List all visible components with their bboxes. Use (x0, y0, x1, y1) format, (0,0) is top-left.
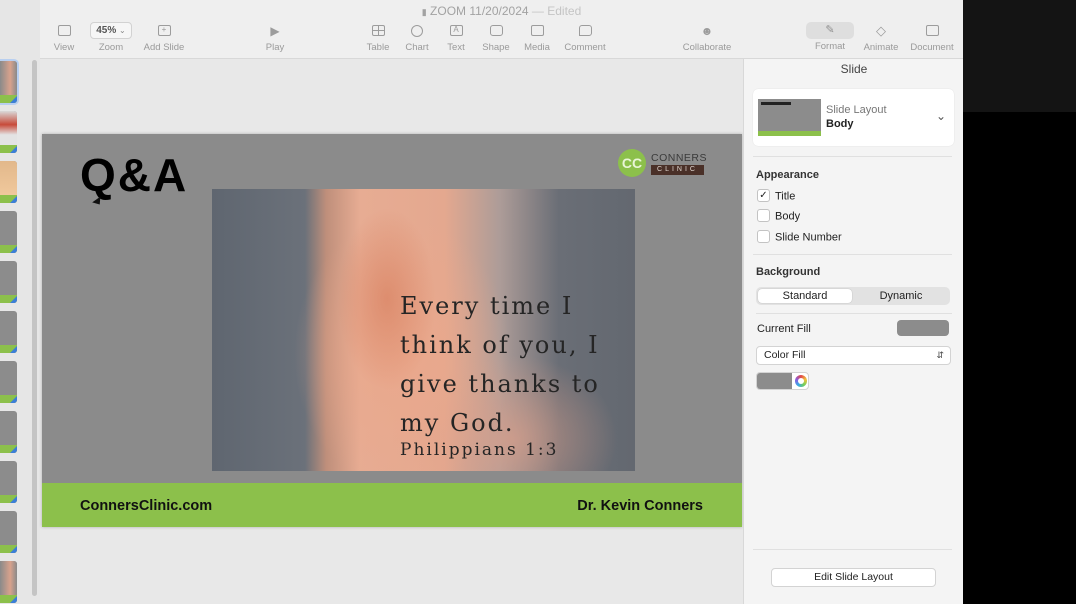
document-icon (907, 22, 957, 40)
toolbar: ▮ ZOOM 11/20/2024 — Edited View 45% ⌄ Zo… (40, 0, 963, 59)
footer-presenter[interactable]: Dr. Kevin Conners (577, 498, 703, 514)
text-button[interactable]: A Text (442, 22, 470, 53)
slide-layout-label: Slide Layout (826, 104, 887, 116)
appearance-heading: Appearance (756, 169, 819, 181)
standard-segment[interactable]: Standard (758, 289, 852, 303)
select-arrows-icon: ⇵ (936, 350, 944, 360)
navigator-scrollbar[interactable] (32, 60, 37, 596)
logo-mark: CC (618, 149, 646, 177)
inspector-tab-slide[interactable]: Slide (744, 62, 963, 76)
animate-icon: ◇ (876, 23, 886, 38)
slide-thumbnail[interactable] (0, 561, 17, 603)
collaborate-button[interactable]: ☻ Collaborate (680, 22, 734, 53)
slide-thumbnail[interactable] (0, 261, 17, 303)
slide-number-checkbox[interactable]: Slide Number (757, 230, 842, 244)
color-wheel-icon[interactable] (795, 375, 807, 387)
slide[interactable]: Q&A CC CONNERS CLINIC Every time I think… (42, 134, 742, 527)
logo-text-top: CONNERS (651, 152, 708, 164)
zoom-menu[interactable]: 45% ⌄ Zoom (88, 22, 134, 53)
chart-icon (403, 22, 431, 40)
table-button[interactable]: Table (364, 22, 392, 53)
background-mode-control[interactable]: Standard Dynamic (756, 287, 950, 305)
keynote-window: ▮ ZOOM 11/20/2024 — Edited View 45% ⌄ Zo… (0, 0, 963, 604)
document-title: ▮ ZOOM 11/20/2024 — Edited (421, 4, 582, 18)
current-fill-label: Current Fill (757, 323, 811, 335)
slide-canvas[interactable]: Q&A CC CONNERS CLINIC Every time I think… (40, 59, 743, 604)
watercolor-image[interactable]: Every time I think of you, I give thanks… (212, 189, 635, 471)
view-button[interactable]: View (52, 22, 76, 53)
slide-footer-band: ConnersClinic.com Dr. Kevin Conners (42, 483, 742, 527)
slide-navigator[interactable] (0, 0, 41, 604)
fill-type-select[interactable]: Color Fill ⇵ (756, 346, 951, 365)
title-checkbox[interactable]: ✓ Title (757, 189, 795, 203)
add-slide-icon: + (140, 22, 188, 40)
media-button[interactable]: Media (522, 22, 552, 53)
slide-thumbnail[interactable] (0, 211, 17, 253)
divider (753, 549, 952, 550)
document-button[interactable]: Document (907, 22, 957, 53)
verse-text: Every time I think of you, I give thanks… (400, 292, 600, 437)
layout-thumbnail (758, 99, 821, 136)
slide-thumbnail[interactable] (0, 311, 17, 353)
comment-button[interactable]: Comment (562, 22, 608, 53)
color-well[interactable] (756, 372, 809, 390)
slide-thumbnail[interactable] (0, 411, 17, 453)
collaborate-icon: ☻ (700, 24, 714, 38)
slide-thumbnail[interactable] (0, 361, 17, 403)
body-checkbox[interactable]: Body (757, 209, 800, 223)
chevron-down-icon: ⌄ (119, 26, 126, 35)
slide-thumbnail[interactable] (0, 511, 17, 553)
divider (753, 254, 952, 255)
color-swatch[interactable] (757, 373, 792, 389)
current-fill-swatch[interactable] (897, 320, 949, 336)
play-icon: ▶ (270, 24, 280, 38)
edit-slide-layout-button[interactable]: Edit Slide Layout (771, 568, 936, 587)
verse-reference: Philippians 1:3 (400, 440, 559, 460)
logo-text-bottom: CLINIC (651, 165, 704, 175)
conners-clinic-logo[interactable]: CC CONNERS CLINIC (618, 148, 708, 180)
sidebar-icon (52, 22, 76, 40)
slide-thumbnail[interactable] (0, 161, 17, 203)
slide-layout-picker[interactable]: Slide Layout Body ⌄ (753, 89, 954, 146)
divider (756, 313, 952, 314)
format-inspector: Slide Slide Layout Body ⌄ Appearance ✓ Ti… (743, 59, 963, 604)
slide-thumbnail[interactable] (0, 61, 17, 103)
format-brush-icon: ✎ (806, 22, 854, 39)
animate-button[interactable]: ◇ Animate (860, 22, 902, 53)
shape-icon (480, 22, 512, 40)
background-heading: Background (756, 266, 821, 278)
text-icon: A (442, 22, 470, 40)
play-button[interactable]: ▶ Play (262, 22, 288, 53)
external-background (963, 0, 1076, 112)
slide-thumbnail[interactable] (0, 111, 17, 153)
slide-title[interactable]: Q&A (80, 148, 188, 202)
chart-button[interactable]: Chart (403, 22, 431, 53)
footer-website[interactable]: ConnersClinic.com (80, 498, 212, 514)
slide-thumbnail[interactable] (0, 461, 17, 503)
divider (753, 156, 952, 157)
slide-layout-name: Body (826, 118, 854, 130)
checkmark-icon[interactable]: ✓ (757, 189, 770, 202)
table-icon (364, 22, 392, 40)
chevron-down-icon[interactable]: ⌄ (936, 109, 946, 123)
document-icon-small: ▮ (421, 7, 427, 17)
media-icon (522, 22, 552, 40)
dynamic-segment[interactable]: Dynamic (854, 289, 948, 303)
shape-button[interactable]: Shape (480, 22, 512, 53)
external-background (963, 112, 1076, 604)
zoom-dropdown[interactable]: 45% ⌄ (90, 22, 132, 39)
format-button[interactable]: ✎ Format (804, 22, 856, 52)
comment-icon (562, 22, 608, 40)
add-slide-button[interactable]: + Add Slide (140, 22, 188, 53)
